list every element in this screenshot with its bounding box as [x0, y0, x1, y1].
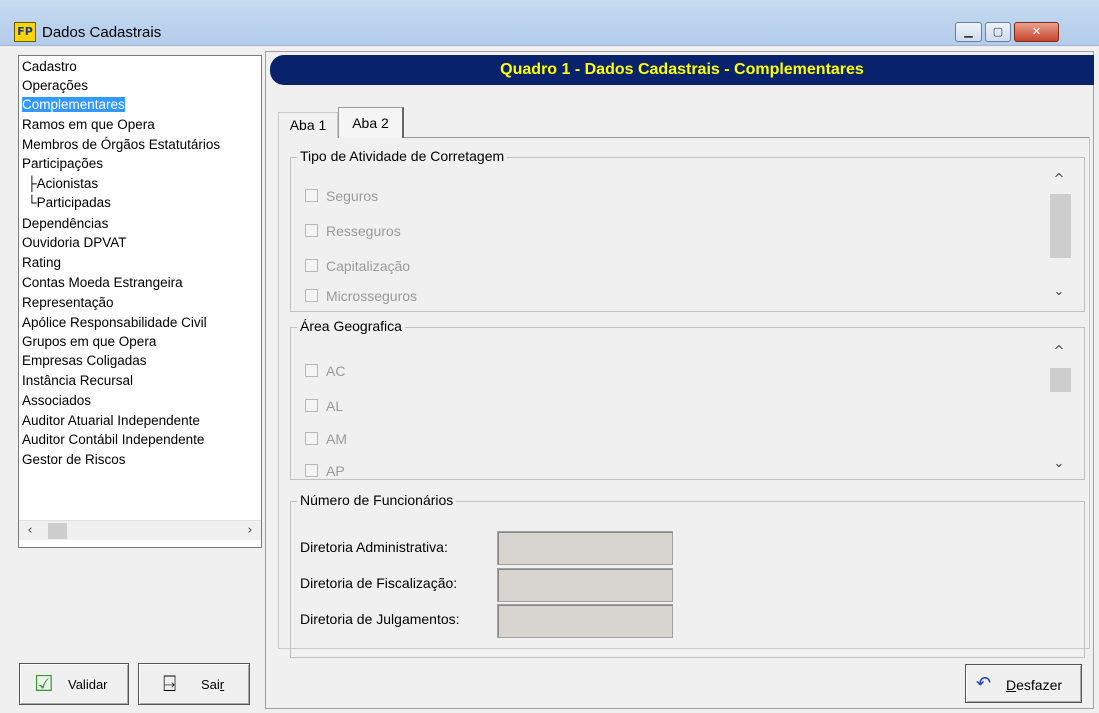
header-bar: Quadro 1 - Dados Cadastrais - Complement…	[270, 55, 1094, 85]
scroll-down-icon[interactable]: ⌄	[1048, 284, 1070, 302]
group-title: Área Geografica	[297, 318, 405, 334]
tree-branch-icon: ├	[27, 176, 37, 191]
tree-end-branch-icon: └	[27, 195, 37, 210]
checkbox-ap[interactable]: AP	[305, 463, 345, 479]
checkbox-icon	[305, 259, 318, 272]
window-title: Dados Cadastrais	[42, 24, 162, 41]
scroll-left-icon[interactable]: ‹	[21, 523, 39, 539]
checkbox-icon	[305, 364, 318, 377]
checkbox-icon	[305, 464, 318, 477]
tree-horizontal-scrollbar[interactable]: ‹ ›	[19, 520, 261, 540]
group-title: Tipo de Atividade de Corretagem	[297, 148, 508, 164]
close-button[interactable]: ✕	[1014, 22, 1059, 42]
tree-item-acionistas[interactable]: ├Acionistas	[27, 175, 98, 194]
scroll-right-icon[interactable]: ›	[241, 523, 259, 539]
tree-item-dependencias[interactable]: Dependências	[22, 215, 108, 234]
tree-item-rating[interactable]: Rating	[22, 254, 61, 273]
tree-item-grupos[interactable]: Grupos em que Opera	[22, 333, 156, 352]
tree-item-apolice[interactable]: Apólice Responsabilidade Civil	[22, 314, 207, 333]
scroll-thumb[interactable]	[1050, 194, 1071, 258]
tipo-atividade-scrollbar[interactable]: ^ ⌄	[1048, 172, 1071, 302]
scroll-down-icon[interactable]: ⌄	[1048, 456, 1070, 474]
desfazer-button[interactable]: ↶ Desfazer	[965, 664, 1082, 703]
tree-item-representacao[interactable]: Representação	[22, 294, 114, 313]
sair-button[interactable]: ⍈ Sair	[138, 663, 250, 705]
tab-aba-2[interactable]: Aba 2	[338, 107, 404, 138]
minimize-button[interactable]: ▁	[955, 22, 982, 42]
tree-item-contas-moeda[interactable]: Contas Moeda Estrangeira	[22, 274, 183, 293]
tree-item-participadas[interactable]: └Participadas	[27, 194, 111, 213]
validar-button[interactable]: ☑ Validar	[19, 663, 129, 705]
group-title: Número de Funcionários	[297, 492, 457, 508]
checkbox-am[interactable]: AM	[305, 431, 347, 447]
checkbox-al[interactable]: AL	[305, 398, 343, 414]
diretoria-julgamentos-label: Diretoria de Julgamentos:	[300, 611, 460, 627]
checklist-icon: ☑	[34, 671, 54, 696]
tree-item-gestor-riscos[interactable]: Gestor de Riscos	[22, 451, 126, 470]
undo-icon: ↶	[976, 673, 992, 693]
tree-item-complementares[interactable]: Complementares	[22, 96, 125, 115]
tree-item-operacoes[interactable]: Operações	[22, 77, 88, 96]
tree-item-cadastro[interactable]: Cadastro	[22, 58, 77, 77]
tree-item-participacoes[interactable]: Participações	[22, 155, 103, 174]
diretoria-fiscalizacao-label: Diretoria de Fiscalização:	[300, 575, 458, 591]
navigation-tree[interactable]: Cadastro Operações Complementares Ramos …	[18, 55, 262, 548]
tree-item-ouvidoria[interactable]: Ouvidoria DPVAT	[22, 234, 127, 253]
exit-door-icon: ⍈	[163, 671, 177, 696]
tree-item-associados[interactable]: Associados	[22, 392, 91, 411]
scroll-thumb[interactable]	[48, 523, 67, 539]
diretoria-julgamentos-input[interactable]	[497, 604, 673, 638]
checkbox-resseguros[interactable]: Resseguros	[305, 223, 401, 239]
tree-item-ramos[interactable]: Ramos em que Opera	[22, 116, 155, 135]
area-geografica-scrollbar[interactable]: ^ ⌄	[1048, 344, 1071, 474]
app-logo-icon: FP	[14, 22, 36, 42]
diretoria-administrativa-label: Diretoria Administrativa:	[300, 539, 448, 555]
title-bar: FP Dados Cadastrais ▁ ▢ ✕	[0, 0, 1099, 46]
scroll-thumb[interactable]	[1050, 368, 1071, 392]
checkbox-icon	[305, 432, 318, 445]
checkbox-seguros[interactable]: Seguros	[305, 188, 378, 204]
tree-item-auditor-contabil[interactable]: Auditor Contábil Independente	[22, 431, 204, 450]
checkbox-icon	[305, 289, 318, 302]
checkbox-icon	[305, 224, 318, 237]
checkbox-icon	[305, 399, 318, 412]
tree-item-membros[interactable]: Membros de Órgãos Estatutários	[22, 136, 220, 155]
diretoria-fiscalizacao-input[interactable]	[497, 568, 673, 602]
checkbox-microsseguros[interactable]: Microsseguros	[305, 288, 417, 306]
checkbox-capitalizacao[interactable]: Capitalização	[305, 258, 410, 274]
tree-item-auditor-atuarial[interactable]: Auditor Atuarial Independente	[22, 412, 200, 431]
tab-aba-1[interactable]: Aba 1	[278, 112, 338, 138]
maximize-button[interactable]: ▢	[985, 22, 1011, 42]
checkbox-ac[interactable]: AC	[305, 363, 345, 379]
page-title: Quadro 1 - Dados Cadastrais - Complement…	[500, 61, 864, 78]
checkbox-icon	[305, 189, 318, 202]
diretoria-administrativa-input[interactable]	[497, 531, 673, 565]
area-geografica-group: Área Geografica AC AL AM AP ^ ⌄	[290, 318, 1085, 480]
scroll-up-icon[interactable]: ^	[1048, 172, 1070, 190]
tree-item-empresas-coligadas[interactable]: Empresas Coligadas	[22, 352, 147, 371]
tipo-atividade-group: Tipo de Atividade de Corretagem Seguros …	[290, 148, 1085, 312]
tree-item-instancia[interactable]: Instância Recursal	[22, 372, 133, 391]
scroll-up-icon[interactable]: ^	[1048, 344, 1070, 362]
